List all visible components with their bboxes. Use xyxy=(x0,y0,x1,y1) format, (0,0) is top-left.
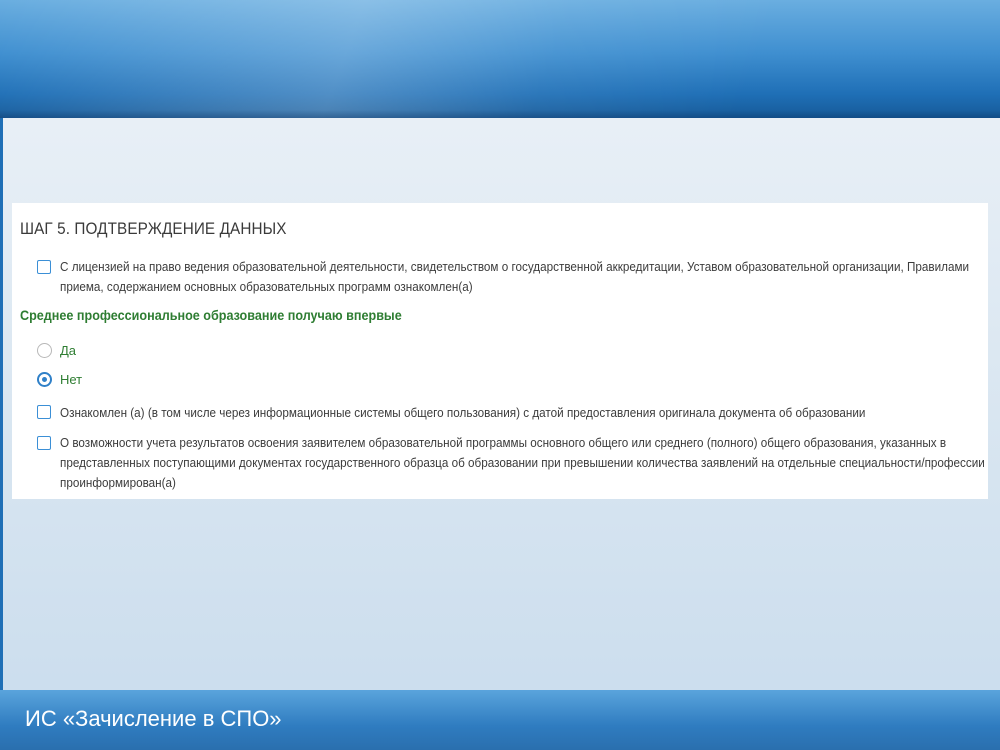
footer-bar: ИС «Зачисление в СПО» xyxy=(0,690,1000,750)
top-banner xyxy=(0,0,1000,118)
confirmation-form: ШАГ 5. ПОДТВЕРЖДЕНИЕ ДАННЫХ С лицензией … xyxy=(12,203,988,499)
step-title: ШАГ 5. ПОДТВЕРЖДЕНИЕ ДАННЫХ xyxy=(20,219,287,238)
original-date-ack-checkbox[interactable] xyxy=(37,405,51,419)
results-ack-checkbox[interactable] xyxy=(37,436,51,450)
spo-first-no-radio[interactable] xyxy=(37,372,52,387)
results-ack-label: О возможности учета результатов освоения… xyxy=(60,435,985,490)
footer-title: ИС «Зачисление в СПО» xyxy=(25,706,282,731)
original-date-ack-label: Ознакомлен (а) (в том числе через информ… xyxy=(60,405,866,420)
spo-first-yes-radio[interactable] xyxy=(37,343,52,358)
license-ack-checkbox[interactable] xyxy=(37,260,51,274)
license-ack-label: С лицензией на право ведения образовател… xyxy=(60,259,970,294)
spo-first-title: Среднее профессиональное образование пол… xyxy=(20,307,402,323)
spo-first-no-label: Нет xyxy=(60,372,83,387)
left-edge-stripe xyxy=(0,118,3,690)
spo-first-yes-label: Да xyxy=(60,343,77,358)
